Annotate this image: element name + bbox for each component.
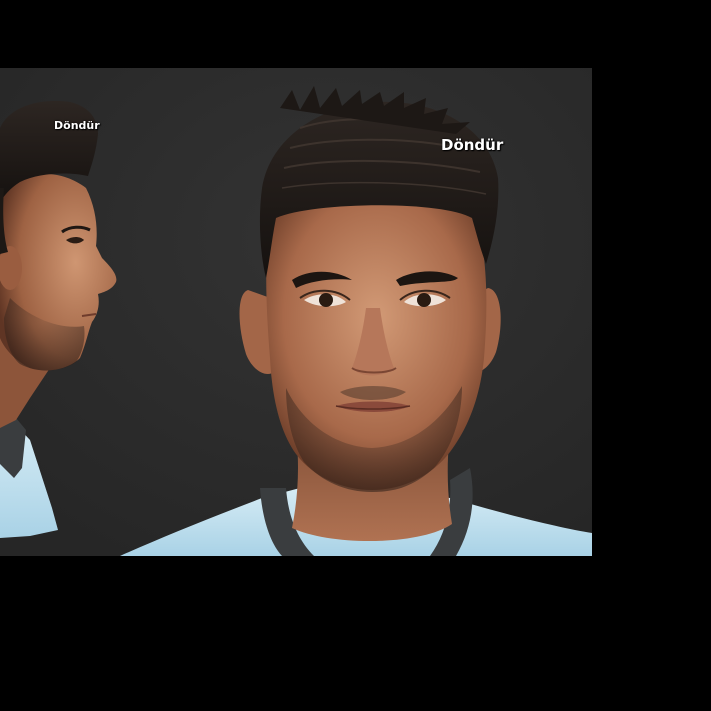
face-preview-screen: Döndür Döndür — [0, 0, 711, 711]
model-viewport[interactable]: Döndür Döndür — [0, 68, 592, 556]
rotate-front-view-button[interactable]: Döndür — [441, 136, 503, 154]
rotate-side-view-button[interactable]: Döndür — [54, 119, 100, 132]
